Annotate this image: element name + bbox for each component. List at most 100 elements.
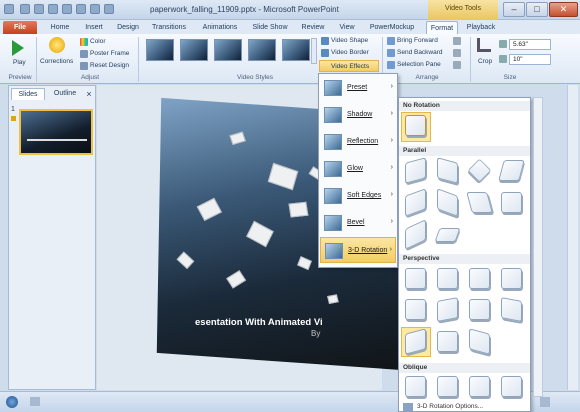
rotation-preset-perspective[interactable] bbox=[437, 331, 458, 352]
customize-icon[interactable] bbox=[104, 4, 114, 14]
align-icon[interactable] bbox=[453, 37, 461, 45]
video-style-thumbnail[interactable] bbox=[282, 39, 310, 61]
rotation-preset-oblique[interactable] bbox=[469, 376, 490, 397]
fit-slide-icon[interactable] bbox=[540, 397, 550, 407]
menu-item-soft-edges[interactable]: Soft Edges › bbox=[320, 183, 396, 209]
rotation-preset-parallel[interactable] bbox=[405, 219, 426, 250]
rotation-preset-parallel[interactable] bbox=[437, 188, 458, 217]
rotation-preset-perspective[interactable] bbox=[469, 328, 490, 355]
crop-button[interactable]: Crop bbox=[478, 58, 492, 65]
save-icon[interactable] bbox=[20, 4, 30, 14]
rotation-preset-none[interactable] bbox=[405, 115, 426, 136]
slide-thumbnail[interactable] bbox=[19, 109, 93, 155]
close-button[interactable]: ✕ bbox=[549, 2, 578, 17]
redo-icon[interactable] bbox=[48, 4, 58, 14]
tab-slide-show[interactable]: Slide Show bbox=[248, 21, 292, 34]
3d-rotation-options-link[interactable]: 3-D Rotation Options... bbox=[417, 403, 483, 410]
slides-panel: Slides Outline × 1 bbox=[8, 85, 96, 390]
minimize-button[interactable]: – bbox=[503, 2, 525, 17]
play-icon[interactable] bbox=[12, 40, 24, 56]
tab-powermockup[interactable]: PowerMockup bbox=[364, 21, 420, 34]
tab-view[interactable]: View bbox=[334, 21, 360, 34]
width-field[interactable]: 10" bbox=[509, 54, 551, 65]
rotation-preset-oblique[interactable] bbox=[437, 376, 458, 397]
gallery-more-icon[interactable] bbox=[311, 38, 317, 64]
quick-access-icon[interactable] bbox=[76, 4, 86, 14]
rotation-preset-parallel[interactable] bbox=[405, 188, 426, 217]
undo-icon[interactable] bbox=[34, 4, 44, 14]
paper-image bbox=[246, 220, 274, 248]
menu-item-bevel[interactable]: Bevel › bbox=[320, 210, 396, 236]
rotation-preset-parallel[interactable] bbox=[434, 228, 461, 242]
rotation-preset-parallel[interactable] bbox=[498, 160, 525, 181]
tab-insert[interactable]: Insert bbox=[78, 21, 110, 34]
quick-access-icon[interactable] bbox=[62, 4, 72, 14]
corrections-button[interactable]: Corrections bbox=[40, 58, 73, 65]
video-effects-button[interactable]: Video Effects bbox=[319, 60, 379, 72]
video-style-thumbnail[interactable] bbox=[146, 39, 174, 61]
tab-home[interactable]: Home bbox=[44, 21, 76, 34]
vertical-scrollbar[interactable] bbox=[567, 85, 578, 390]
group-icon[interactable] bbox=[453, 49, 461, 57]
rotation-preset-perspective[interactable] bbox=[405, 299, 426, 320]
video-shape-button[interactable]: Video Shape bbox=[331, 37, 368, 44]
paper-image bbox=[288, 201, 309, 218]
menu-item-label: Glow bbox=[347, 165, 363, 172]
menu-item-label: Preset bbox=[347, 84, 368, 91]
slide-title-text: esentation With Animated Vi bbox=[195, 317, 323, 328]
rotation-preset-oblique[interactable] bbox=[405, 376, 426, 397]
video-style-thumbnail[interactable] bbox=[214, 39, 242, 61]
paper-image bbox=[327, 294, 339, 305]
menu-item-glow[interactable]: Glow › bbox=[320, 156, 396, 182]
rotation-preset-parallel[interactable] bbox=[467, 158, 492, 183]
tab-design[interactable]: Design bbox=[112, 21, 144, 34]
tab-outline[interactable]: Outline bbox=[49, 88, 81, 100]
rotate-icon[interactable] bbox=[453, 61, 461, 69]
rotation-preset-parallel[interactable] bbox=[501, 192, 522, 213]
rotation-preset-perspective[interactable] bbox=[501, 297, 522, 322]
animation-star-icon bbox=[11, 116, 16, 121]
menu-item-preset[interactable]: Preset › bbox=[320, 75, 396, 101]
rotation-preset-parallel[interactable] bbox=[437, 157, 458, 184]
video-style-thumbnail[interactable] bbox=[248, 39, 276, 61]
tab-playback[interactable]: Playback bbox=[462, 21, 500, 34]
rotation-preset-parallel[interactable] bbox=[405, 157, 426, 184]
menu-item-shadow[interactable]: Shadow › bbox=[320, 102, 396, 128]
selection-pane-button[interactable]: Selection Pane bbox=[397, 61, 441, 68]
tab-review[interactable]: Review bbox=[296, 21, 330, 34]
tab-animations[interactable]: Animations bbox=[196, 21, 244, 34]
corrections-icon[interactable] bbox=[49, 37, 65, 53]
maximize-button[interactable]: □ bbox=[526, 2, 548, 17]
tab-format[interactable]: Format bbox=[426, 21, 458, 34]
powerpoint-icon[interactable] bbox=[4, 4, 14, 14]
crop-icon[interactable] bbox=[477, 38, 491, 52]
color-button[interactable]: Color bbox=[90, 38, 106, 45]
rotation-preset-perspective[interactable] bbox=[437, 268, 458, 289]
video-style-thumbnail[interactable] bbox=[180, 39, 208, 61]
rotation-preset-perspective[interactable] bbox=[437, 297, 458, 322]
menu-item-3d-rotation[interactable]: 3-D Rotation › bbox=[320, 237, 396, 263]
tab-file[interactable]: File bbox=[3, 21, 37, 34]
play-button[interactable]: Play bbox=[13, 59, 26, 66]
submenu-arrow-icon: › bbox=[389, 246, 392, 253]
rotation-preset-parallel[interactable] bbox=[466, 192, 493, 213]
close-panel-button[interactable]: × bbox=[84, 88, 94, 100]
reset-design-button[interactable]: Reset Design bbox=[90, 62, 129, 69]
send-backward-button[interactable]: Send Backward bbox=[397, 49, 443, 56]
tab-transitions[interactable]: Transitions bbox=[146, 21, 192, 34]
rotation-preset-perspective[interactable] bbox=[469, 299, 490, 320]
video-border-button[interactable]: Video Border bbox=[331, 49, 369, 56]
height-field[interactable]: 5.63" bbox=[509, 39, 551, 50]
gallery-scrollbar[interactable] bbox=[533, 97, 543, 397]
poster-frame-button[interactable]: Poster Frame bbox=[90, 50, 129, 57]
rotation-preset-perspective[interactable] bbox=[501, 268, 522, 289]
menu-item-reflection[interactable]: Reflection › bbox=[320, 129, 396, 155]
reset-design-icon bbox=[80, 62, 88, 70]
windows-start-icon[interactable] bbox=[6, 396, 18, 408]
rotation-preset-perspective[interactable] bbox=[405, 268, 426, 289]
quick-access-icon[interactable] bbox=[90, 4, 100, 14]
bring-forward-button[interactable]: Bring Forward bbox=[397, 37, 438, 44]
rotation-preset-perspective[interactable] bbox=[469, 268, 490, 289]
tab-slides[interactable]: Slides bbox=[11, 88, 45, 100]
rotation-preset-oblique[interactable] bbox=[501, 376, 522, 397]
